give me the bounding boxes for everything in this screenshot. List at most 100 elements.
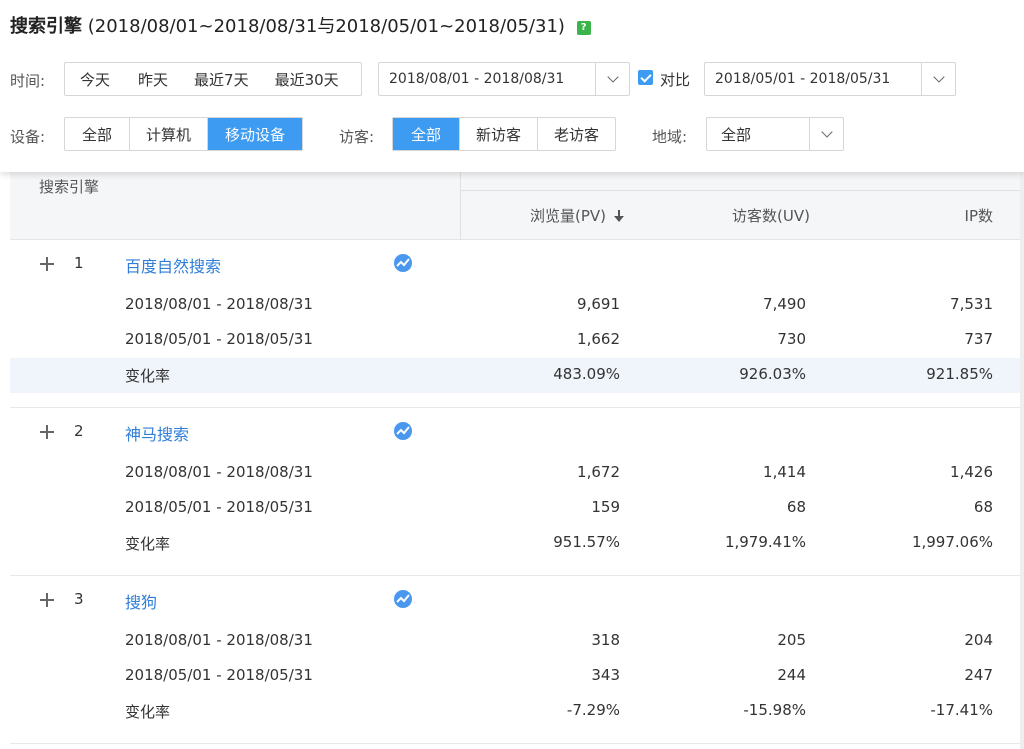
header-divider	[460, 172, 461, 240]
table-row: 2018/08/01 - 2018/08/31 1,672 1,414 1,42…	[10, 455, 1020, 490]
device-computer-button[interactable]: 计算机	[129, 118, 207, 150]
compare-checkbox[interactable]	[638, 70, 653, 85]
cell-uv: 926.03%	[739, 365, 806, 383]
row-label: 变化率	[125, 367, 171, 385]
sort-desc-icon	[614, 210, 624, 222]
help-icon[interactable]: ?	[576, 21, 591, 35]
region-dropdown-button[interactable]	[809, 118, 843, 150]
scroll-edge	[1020, 172, 1024, 749]
filter-panel: 搜索引擎 (2018/08/01~2018/08/31与2018/05/01~2…	[0, 0, 1024, 172]
table-row: 2018/05/01 - 2018/05/31 1,662 730 737	[10, 322, 1020, 357]
cell-pv: 318	[591, 631, 620, 649]
expand-plus-icon[interactable]	[40, 425, 54, 439]
cell-pv: 483.09%	[553, 365, 620, 383]
row-label: 2018/08/01 - 2018/08/31	[125, 631, 313, 649]
row-label: 变化率	[125, 535, 171, 553]
cell-ip: 1,426	[950, 463, 993, 481]
cell-pv: 159	[591, 498, 620, 516]
table-group: 2 神马搜索 2018/08/01 - 2018/08/31 1,672 1,4…	[10, 408, 1020, 576]
group-index: 2	[74, 422, 84, 440]
table-group: 1 百度自然搜索 2018/08/01 - 2018/08/31 9,691 7…	[10, 240, 1020, 408]
table-row-change-rate: 变化率 483.09% 926.03% 921.85%	[10, 358, 1020, 393]
column-header-uv[interactable]: 访客数(UV)	[732, 205, 810, 226]
table-group: 3 搜狗 2018/08/01 - 2018/08/31 318 205 204…	[10, 576, 1020, 744]
table-row: 2018/08/01 - 2018/08/31 9,691 7,490 7,53…	[10, 287, 1020, 322]
device-all-button[interactable]: 全部	[65, 118, 129, 150]
visitor-buttons: 全部 新访客 老访客	[392, 117, 617, 151]
cell-uv: 1,979.41%	[724, 533, 806, 551]
visitor-label: 访客:	[339, 128, 375, 146]
time-last7-button[interactable]: 最近7天	[181, 63, 262, 95]
row-label: 2018/05/01 - 2018/05/31	[125, 330, 313, 348]
group-title-row: 1 百度自然搜索	[10, 246, 1020, 281]
trend-chart-icon[interactable]	[394, 590, 412, 608]
column-header-ip[interactable]: IP数	[965, 205, 993, 226]
cell-ip: 204	[964, 631, 993, 649]
time-today-button[interactable]: 今天	[65, 63, 125, 95]
source-link[interactable]: 搜狗	[125, 589, 157, 613]
cell-ip: 921.85%	[926, 365, 993, 383]
table-row: 2018/08/01 - 2018/08/31 318 205 204	[10, 623, 1020, 658]
visitor-all-button[interactable]: 全部	[393, 118, 460, 150]
trend-chart-icon[interactable]	[394, 422, 412, 440]
cell-uv: -15.98%	[743, 701, 806, 719]
source-link[interactable]: 神马搜索	[125, 421, 189, 445]
cell-pv: 1,672	[577, 463, 620, 481]
cell-ip: 247	[964, 666, 993, 684]
table-row-change-rate: 变化率 -7.29% -15.98% -17.41%	[10, 694, 1020, 729]
cell-pv: -7.29%	[566, 701, 620, 719]
row-label: 变化率	[125, 703, 171, 721]
device-label: 设备:	[10, 128, 46, 146]
visitor-returning-button[interactable]: 老访客	[537, 118, 615, 150]
cell-uv: 1,414	[763, 463, 806, 481]
cell-pv: 1,662	[577, 330, 620, 348]
table-header: 搜索引擎 浏览量(PV) 访客数(UV) IP数	[10, 172, 1024, 240]
row-label: 2018/05/01 - 2018/05/31	[125, 666, 313, 684]
cell-uv: 244	[777, 666, 806, 684]
region-value: 全部	[721, 125, 752, 144]
compare-range-dropdown-button[interactable]	[921, 63, 955, 95]
expand-plus-icon[interactable]	[40, 257, 54, 271]
cell-uv: 68	[786, 498, 806, 516]
group-index: 3	[74, 590, 84, 608]
compare-range-select[interactable]: 2018/05/01 - 2018/05/31	[704, 62, 956, 96]
cell-pv: 951.57%	[553, 533, 620, 551]
cell-uv: 7,490	[763, 295, 806, 313]
time-last30-button[interactable]: 最近30天	[262, 63, 352, 95]
table-row: 2018/05/01 - 2018/05/31 159 68 68	[10, 490, 1020, 525]
region-select[interactable]: 全部	[706, 117, 844, 151]
visitor-new-button[interactable]: 新访客	[459, 118, 537, 150]
page-title-range: (2018/08/01~2018/08/31与2018/05/01~2018/0…	[87, 16, 565, 37]
group-index: 1	[74, 254, 84, 272]
cell-uv: 205	[777, 631, 806, 649]
row-label: 2018/05/01 - 2018/05/31	[125, 498, 313, 516]
cell-ip: 1,997.06%	[911, 533, 993, 551]
trend-chart-icon[interactable]	[394, 254, 412, 272]
region-label: 地域:	[652, 128, 688, 146]
column-header-source: 搜索引擎	[39, 178, 100, 196]
compare-label: 对比	[660, 71, 691, 89]
table-row: 2018/05/01 - 2018/05/31 343 244 247	[10, 658, 1020, 693]
cell-pv: 343	[591, 666, 620, 684]
page-title: 搜索引擎 (2018/08/01~2018/08/31与2018/05/01~2…	[10, 12, 591, 38]
cell-ip: 68	[973, 498, 993, 516]
chevron-down-icon	[820, 126, 833, 138]
time-quick-buttons: 今天 昨天 最近7天 最近30天	[64, 62, 362, 96]
chevron-down-icon	[606, 71, 619, 83]
header-divider	[461, 190, 1024, 191]
device-mobile-button[interactable]: 移动设备	[207, 118, 303, 150]
device-buttons: 全部 计算机 移动设备	[64, 117, 304, 151]
group-title-row: 2 神马搜索	[10, 414, 1020, 449]
date-range-dropdown-button[interactable]	[595, 63, 629, 95]
cell-ip: -17.41%	[930, 701, 993, 719]
source-link[interactable]: 百度自然搜索	[125, 253, 221, 277]
row-label: 2018/08/01 - 2018/08/31	[125, 463, 313, 481]
cell-pv: 9,691	[577, 295, 620, 313]
date-range-value: 2018/08/01 - 2018/08/31	[389, 71, 565, 87]
page-title-main: 搜索引擎	[10, 16, 82, 37]
date-range-select[interactable]: 2018/08/01 - 2018/08/31	[378, 62, 630, 96]
time-yesterday-button[interactable]: 昨天	[125, 63, 181, 95]
expand-plus-icon[interactable]	[40, 593, 54, 607]
cell-ip: 7,531	[950, 295, 993, 313]
column-header-pv[interactable]: 浏览量(PV)	[530, 205, 624, 226]
